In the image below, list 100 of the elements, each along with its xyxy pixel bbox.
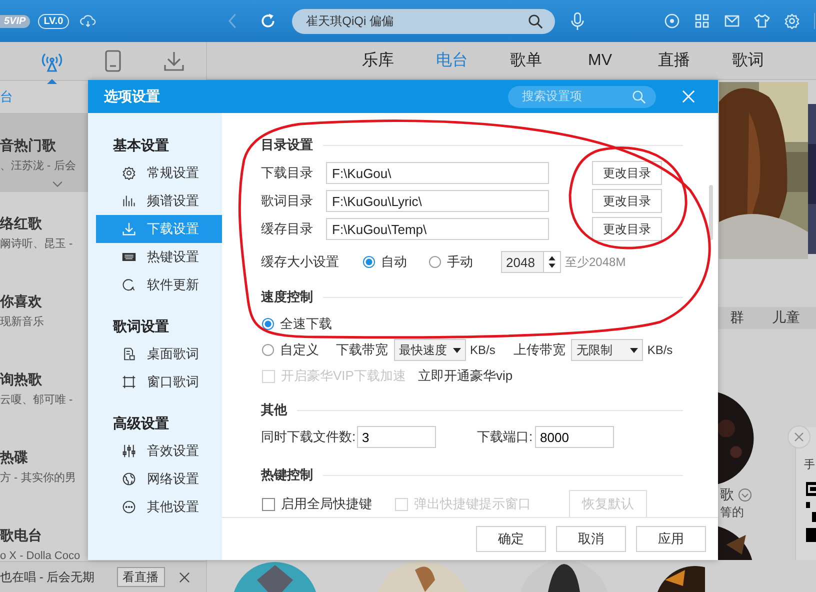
sidebar-item[interactable]: 频谱设置 — [96, 187, 222, 215]
vip-badge: 5VIP — [0, 14, 30, 28]
sidebar-item[interactable]: 其他设置 — [96, 493, 222, 521]
close-icon[interactable] — [178, 572, 190, 582]
dialog-button[interactable]: 应用 — [636, 526, 706, 552]
search-icon[interactable] — [528, 14, 544, 28]
checkbox[interactable] — [262, 498, 275, 510]
sliders-icon — [122, 444, 136, 458]
unit-label: KB/s — [470, 343, 496, 357]
card-subtitle: 箐的 — [720, 504, 744, 521]
search-field[interactable]: 崔天琪QiQi 偏偏 — [292, 8, 556, 34]
station-subtitle: 阚诗听、昆玉 - — [0, 237, 73, 252]
sidebar-item[interactable]: 音效设置 — [96, 437, 222, 465]
radio-button[interactable] — [429, 256, 441, 268]
radio-button[interactable] — [262, 344, 274, 356]
dropdown[interactable]: 无限制 — [571, 339, 644, 361]
number-field[interactable]: 3 — [357, 426, 436, 448]
category-tab[interactable]: 儿童 — [772, 309, 800, 327]
live-button[interactable]: 看直播 — [116, 567, 165, 587]
chevron-icon[interactable] — [738, 488, 752, 502]
cloud-icon[interactable] — [80, 13, 96, 29]
stepper-icon[interactable] — [543, 252, 560, 272]
checkbox-label: 启用全局快捷键 — [281, 495, 372, 513]
radio-button[interactable] — [262, 318, 274, 330]
unit-label: KB/s — [647, 343, 673, 357]
nav-tab[interactable]: 歌词 — [711, 50, 785, 71]
path-field[interactable]: F:\KuGou\Temp\ — [326, 218, 549, 240]
change-folder-button[interactable]: 更改目录 — [592, 217, 662, 241]
caret-icon — [630, 348, 638, 352]
field-label: 缓存大小设置 — [261, 253, 340, 271]
sidebar-item[interactable]: 窗口歌词 — [96, 368, 222, 396]
globe-icon — [122, 472, 136, 486]
section-title: 其他 — [261, 401, 287, 419]
group-title: 高级设置 — [112, 414, 170, 433]
group-title: 歌词设置 — [112, 317, 170, 336]
nav-tab[interactable]: 歌单 — [489, 50, 563, 71]
category-tab[interactable]: 群 — [730, 309, 744, 327]
station-subtitle: 云嗄、郁可唯 - — [0, 393, 73, 408]
refresh-icon — [122, 278, 136, 292]
section-title: 速度控制 — [261, 288, 313, 306]
download-icon[interactable] — [162, 49, 186, 73]
chevron-icon[interactable] — [52, 181, 63, 188]
nav-tab[interactable]: 乐库 — [341, 50, 415, 71]
target-icon[interactable] — [664, 13, 680, 29]
gear-icon — [122, 166, 136, 180]
station-subtitle: 、汪苏泷 - 后会 — [0, 159, 76, 174]
now-playing-text: 也在唱 - 后会无期 — [0, 568, 95, 586]
grid-icon[interactable] — [694, 13, 710, 29]
popup-text: 手 — [804, 458, 816, 472]
field-label: 同时下载文件数: — [261, 428, 357, 446]
mail-icon[interactable] — [724, 13, 740, 29]
change-folder-button[interactable]: 更改目录 — [592, 189, 662, 213]
field-label: 缓存目录 — [261, 220, 314, 238]
station-title: 热碟 — [0, 448, 28, 467]
dialog-button[interactable]: 取消 — [556, 526, 626, 552]
station-title: 歌电台 — [0, 526, 42, 545]
station-subtitle: 现新音乐 — [0, 314, 44, 330]
station-title: 音热门歌 — [0, 136, 56, 155]
sidebar-item[interactable]: 常规设置 — [96, 159, 222, 187]
keyboard-icon — [122, 250, 136, 264]
more-icon — [122, 500, 136, 514]
dropdown[interactable]: 最快速度 — [394, 339, 466, 361]
sidebar-item[interactable]: 桌面歌词 — [96, 340, 222, 368]
radio-label: 全速下载 — [280, 315, 332, 333]
dialog-button[interactable]: 确定 — [476, 526, 546, 552]
nav-tab[interactable]: MV — [563, 52, 637, 70]
radio-label: 自定义 — [280, 341, 319, 359]
microphone-icon[interactable] — [570, 12, 586, 30]
checkbox-label: 开启豪华VIP下载加速 — [281, 367, 406, 385]
dialog-title: 选项设置 — [104, 88, 160, 106]
number-field[interactable]: 2048 — [501, 251, 561, 273]
field-label: 上传带宽 — [513, 341, 566, 359]
number-field[interactable]: 8000 — [535, 426, 614, 448]
level-badge: LV.0 — [38, 14, 70, 28]
path-field[interactable]: F:\KuGou\Lyric\ — [326, 190, 549, 212]
scrollbar[interactable] — [709, 185, 713, 240]
settings-icon[interactable] — [784, 13, 800, 29]
radio-label: 手动 — [447, 253, 473, 271]
checkbox-label: 弹出快捷键提示窗口 — [414, 495, 531, 513]
card-title: 歌 — [720, 486, 734, 504]
field-label: 歌词目录 — [261, 192, 314, 210]
bar-chart-icon — [122, 194, 136, 208]
sidebar-item[interactable]: 软件更新 — [96, 271, 222, 299]
refresh-icon[interactable] — [259, 12, 278, 30]
vip-link[interactable]: 立即开通豪华vip — [418, 367, 513, 385]
radio-label: 自动 — [381, 253, 407, 271]
field-label: 下载带宽 — [336, 341, 388, 359]
station-title: 询热歌 — [0, 370, 42, 389]
section-title: 目录设置 — [261, 136, 313, 154]
group-title: 基本设置 — [112, 136, 170, 155]
station-subtitle: o X - Dolla Coco — [0, 549, 80, 561]
radio-button[interactable] — [363, 256, 375, 268]
sidebar-item[interactable]: 热键设置 — [96, 243, 222, 271]
nav-tab[interactable]: 直播 — [637, 50, 711, 71]
change-folder-button[interactable]: 更改目录 — [592, 161, 662, 185]
section-title: 热键控制 — [261, 466, 313, 484]
sidebar-item[interactable]: 网络设置 — [96, 465, 222, 493]
path-field[interactable]: F:\KuGou\ — [326, 162, 549, 184]
shirt-icon[interactable] — [754, 13, 770, 29]
field-label: 下载目录 — [261, 164, 314, 182]
